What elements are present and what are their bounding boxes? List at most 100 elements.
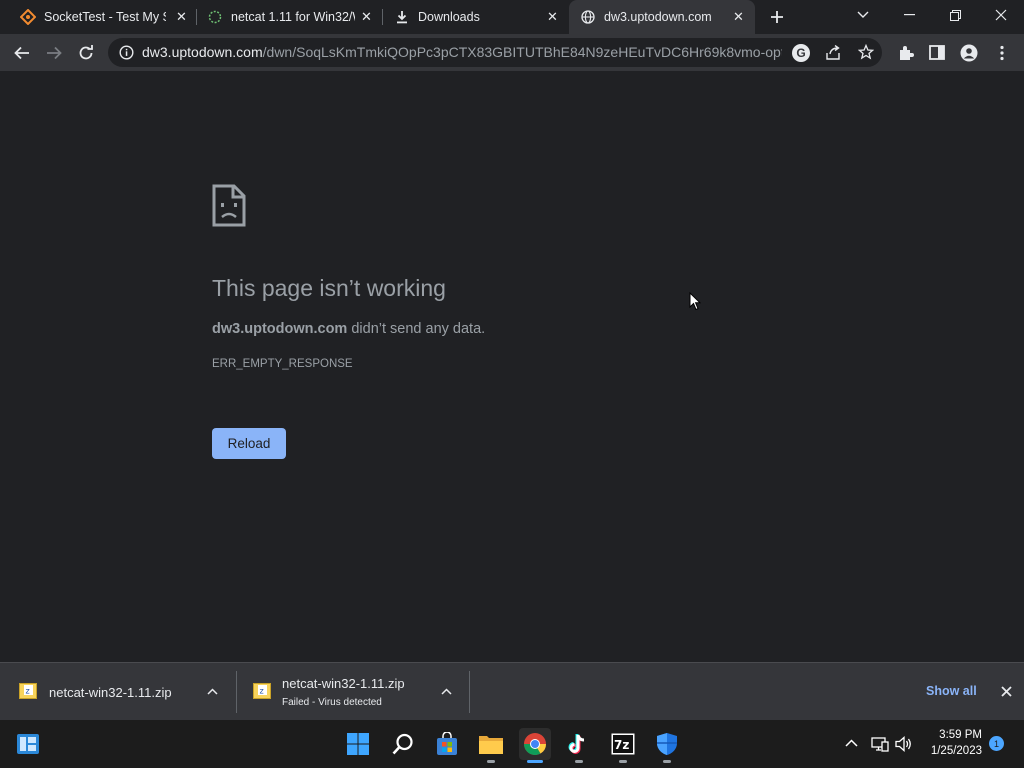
windows-taskbar: 7z 3:59 PM 1/25/2023 1 [0,720,1024,768]
download-icon [397,11,407,24]
download-shelf: z netcat-win32-1.11.zip z netcat-win32-1… [0,662,1024,720]
tab-title: SocketTest - Test My Sc [44,10,166,24]
url-text[interactable]: dw3.uptodown.com/dwn/SoqLsKmTmkiQOpPc3pC… [142,38,782,67]
running-indicator [619,760,627,763]
share-icon[interactable] [826,45,842,60]
tab-downloads[interactable]: Downloads ✕ [384,0,568,34]
reload-button[interactable]: Reload [212,428,286,459]
download-status: Failed - Virus detected [282,697,382,708]
reload-toolbar-button[interactable] [71,34,101,71]
running-indicator [487,760,495,763]
forward-button[interactable] [39,34,69,71]
clock-time: 3:59 PM [939,729,982,741]
url-path: /dwn/SoqLsKmTmkiQOpPc3pCTX83GBITUTBhE84N… [262,44,782,60]
tab-title: netcat 1.11 for Win32/W [231,10,355,24]
minimize-icon [903,14,915,16]
error-title: This page isn’t working [212,275,446,301]
chevron-up-icon[interactable] [441,688,452,695]
microsoft-store-button[interactable] [431,728,463,760]
browser-toolbar: dw3.uptodown.com/dwn/SoqLsKmTmkiQOpPc3pC… [0,34,1024,71]
search-button[interactable] [387,728,419,760]
start-button[interactable] [342,728,374,760]
tab-title: dw3.uptodown.com [604,10,712,24]
tab-sockettest[interactable]: SocketTest - Test My Sc ✕ [8,0,194,34]
arrow-right-icon [47,46,62,59]
close-icon[interactable] [1001,686,1012,697]
close-icon[interactable]: ✕ [547,9,558,25]
side-panel-button[interactable] [922,34,952,71]
volume-icon[interactable] [895,736,913,752]
tab-divider [196,9,197,25]
address-bar[interactable]: dw3.uptodown.com/dwn/SoqLsKmTmkiQOpPc3pC… [108,38,882,67]
running-indicator [663,760,671,763]
svg-text:7z: 7z [614,738,629,752]
store-icon [437,732,457,755]
sockettest-favicon-icon [20,9,36,25]
show-all-link[interactable]: Show all [926,684,977,698]
close-window-button[interactable] [978,0,1024,30]
error-description: dw3.uptodown.com didn’t send any data. [212,321,485,337]
minimize-button[interactable] [886,0,932,30]
info-icon[interactable] [119,45,134,60]
mouse-cursor-icon [689,292,701,311]
google-lens-button[interactable]: G [792,44,810,62]
widgets-icon [17,734,39,754]
extensions-button[interactable] [891,34,921,71]
side-panel-icon [929,45,945,60]
new-tab-button[interactable] [760,0,794,34]
clock-date: 1/25/2023 [930,745,982,757]
windows-security-button[interactable] [651,728,683,760]
close-icon[interactable]: ✕ [361,9,372,25]
folder-icon [479,736,503,754]
tab-uptodown[interactable]: dw3.uptodown.com ✕ [569,0,755,34]
network-icon[interactable] [871,736,889,752]
download-filename: netcat-win32-1.11.zip [49,685,172,700]
download-item[interactable]: z netcat-win32-1.11.zip Failed - Virus d… [237,663,469,720]
star-icon[interactable] [858,44,874,60]
tab-title: Downloads [418,10,480,24]
notification-badge[interactable]: 1 [989,736,1004,751]
page-content: This page isn’t working dw3.uptodown.com… [0,71,1024,662]
puzzle-icon [900,45,914,60]
plus-icon [771,11,783,23]
tab-search-button[interactable] [840,0,886,30]
widgets-button[interactable] [12,728,44,760]
reload-icon [79,44,93,59]
profile-button[interactable] [954,34,984,71]
close-icon [995,9,1007,21]
arrow-left-icon [14,46,29,59]
back-button[interactable] [7,34,37,71]
menu-button[interactable] [987,34,1017,71]
system-clock[interactable]: 3:59 PM 1/25/2023 [918,727,982,759]
zip-file-icon: z [19,683,37,699]
close-icon[interactable]: ✕ [176,9,187,25]
7zip-button[interactable]: 7z [607,728,639,760]
close-icon[interactable]: ✕ [733,9,744,25]
error-message: didn’t send any data. [347,321,486,337]
netcat-favicon-icon [208,10,222,24]
chevron-up-icon[interactable] [207,688,218,695]
error-code: ERR_EMPTY_RESPONSE [212,358,353,370]
restore-icon [949,9,961,21]
search-icon [392,733,413,755]
tab-netcat[interactable]: netcat 1.11 for Win32/W ✕ [198,0,382,34]
chrome-button[interactable] [519,728,551,760]
chrome-icon [524,733,546,755]
chevron-down-icon [857,11,869,18]
chevron-up-icon[interactable] [845,739,858,747]
url-host: dw3.uptodown.com [142,44,263,60]
tab-divider [382,9,383,25]
svg-text:z: z [26,687,30,696]
restore-button[interactable] [932,0,978,30]
windows-logo-icon [347,733,369,755]
running-indicator [575,760,583,763]
tiktok-button[interactable] [563,728,595,760]
download-item[interactable]: z netcat-win32-1.11.zip [0,663,236,720]
sad-page-icon [212,184,246,227]
zip-file-icon: z [253,683,271,699]
error-host: dw3.uptodown.com [212,321,348,337]
running-indicator [527,760,543,763]
avatar-icon [960,44,978,61]
download-divider [469,671,470,713]
file-explorer-button[interactable] [475,728,507,760]
